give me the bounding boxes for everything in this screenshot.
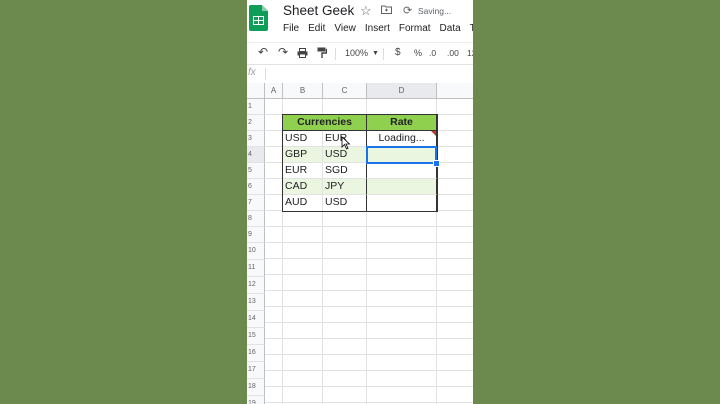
print-icon[interactable] (297, 48, 308, 58)
from-currency-cell[interactable]: GBP (283, 147, 323, 163)
row-header[interactable]: 19 (247, 396, 265, 404)
to-currency-cell[interactable]: USD (323, 195, 367, 212)
left-background (0, 0, 247, 404)
rate-header-cell[interactable]: Rate (367, 115, 437, 131)
sheets-app: Sheet Geek ☆ ⟳ Saving... File Edit View … (247, 0, 473, 404)
save-status: Saving... (418, 6, 452, 16)
folder-icon[interactable] (381, 5, 392, 14)
from-currency-cell[interactable]: CAD (283, 179, 323, 195)
menu-data[interactable]: Data (440, 23, 461, 34)
menu-view[interactable]: View (334, 23, 356, 34)
currency-format-button[interactable]: $ (395, 47, 401, 58)
row-header[interactable]: 4 (247, 147, 265, 163)
row-header[interactable]: 13 (247, 294, 265, 311)
row-header[interactable]: 1 (247, 99, 265, 115)
menu-bar: File Edit View Insert Format Data T (283, 23, 473, 34)
to-currency-cell[interactable]: JPY (323, 179, 367, 195)
fx-icon: fx (248, 67, 256, 78)
row-header[interactable]: 2 (247, 115, 265, 131)
menu-edit[interactable]: Edit (308, 23, 325, 34)
toolbar-separator (383, 48, 384, 60)
from-currency-cell[interactable]: USD (283, 131, 323, 147)
from-currency-cell[interactable]: EUR (283, 163, 323, 179)
row-header[interactable]: 10 (247, 243, 265, 260)
undo-icon[interactable]: ↶ (258, 45, 268, 59)
menu-format[interactable]: Format (399, 23, 431, 34)
toolbar-separator (335, 48, 336, 60)
zoom-select[interactable]: 100% (345, 48, 368, 58)
decrease-decimal-button[interactable]: .0 (429, 48, 436, 58)
cloud-sync-icon: ⟳ (403, 5, 413, 17)
error-indicator-icon (431, 131, 436, 136)
paint-format-icon[interactable] (317, 47, 327, 59)
fill-handle[interactable] (433, 160, 440, 167)
column-header-a[interactable]: A (265, 83, 283, 99)
column-header-e[interactable] (437, 83, 473, 99)
row-header[interactable]: 6 (247, 179, 265, 195)
increase-decimal-button[interactable]: .00 (447, 48, 459, 58)
row-header[interactable]: 5 (247, 163, 265, 179)
column-header-d[interactable]: D (367, 83, 437, 99)
row-header[interactable]: 8 (247, 211, 265, 227)
rate-cell[interactable]: Loading... (367, 131, 437, 147)
rate-cell[interactable] (367, 163, 437, 179)
formula-input[interactable] (269, 67, 469, 80)
row-header[interactable]: 15 (247, 328, 265, 345)
right-background (473, 0, 720, 404)
toolbar: ↶ ↷ 100% ▼ $ % .0 .00 12 (247, 42, 473, 65)
rate-cell[interactable] (367, 195, 437, 212)
row-header[interactable]: 16 (247, 345, 265, 362)
row-header[interactable]: 9 (247, 227, 265, 243)
star-icon[interactable]: ☆ (360, 3, 372, 19)
formula-separator (265, 68, 266, 80)
menu-file[interactable]: File (283, 23, 299, 34)
formula-bar: fx (247, 64, 473, 84)
row-header[interactable]: 14 (247, 311, 265, 328)
currencies-header-cell[interactable]: Currencies (283, 115, 367, 131)
row-header[interactable]: 7 (247, 195, 265, 211)
column-header-b[interactable]: B (283, 83, 323, 99)
menu-tools[interactable]: T (470, 23, 473, 34)
more-formats-button[interactable]: 12 (467, 48, 473, 58)
row-header[interactable]: 11 (247, 260, 265, 277)
chevron-down-icon[interactable]: ▼ (372, 50, 379, 57)
row-header[interactable]: 3 (247, 131, 265, 147)
from-currency-cell[interactable]: AUD (283, 195, 323, 212)
mouse-cursor-icon (341, 136, 351, 150)
row-header[interactable]: 18 (247, 379, 265, 396)
redo-icon[interactable]: ↷ (278, 45, 288, 59)
to-currency-cell[interactable]: SGD (323, 163, 367, 179)
menu-insert[interactable]: Insert (365, 23, 390, 34)
document-title[interactable]: Sheet Geek (283, 3, 354, 18)
sheets-logo-icon[interactable] (249, 5, 268, 31)
rate-cell[interactable] (367, 179, 437, 195)
column-header-c[interactable]: C (323, 83, 367, 99)
select-all-corner[interactable] (247, 83, 265, 99)
percent-format-button[interactable]: % (414, 48, 422, 58)
row-header[interactable]: 12 (247, 277, 265, 294)
rate-cell-selected[interactable] (367, 147, 437, 163)
row-header[interactable]: 17 (247, 362, 265, 379)
